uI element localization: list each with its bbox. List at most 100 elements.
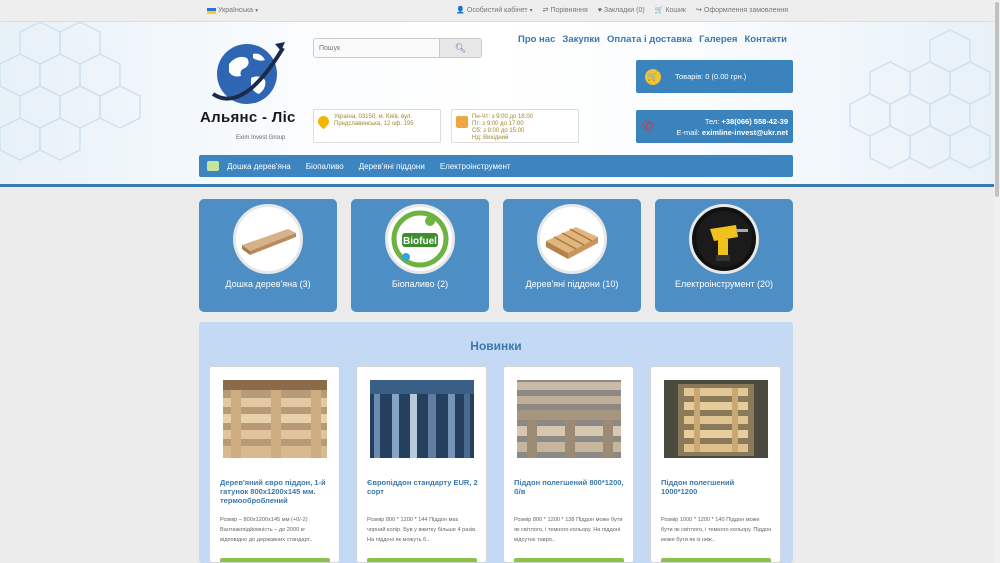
product-image[interactable] [517,380,621,458]
product-card[interactable]: Піддон полегшений 1000*1200 Розмір 1000 … [650,366,781,563]
product-name[interactable]: Європіддон стандарту EUR, 2 сорт [367,478,478,496]
caret-down-icon: ▾ [255,8,259,14]
wood-plank-icon [233,204,303,274]
product-description: Розмір 800 * 1200 * 138 Піддон може бути… [514,517,623,543]
home-icon[interactable] [207,161,219,171]
phone-icon: ✆ [642,118,654,134]
compare-label: Порівняння [550,6,588,14]
add-to-cart-button[interactable] [661,558,771,562]
phone-label: Тел: [704,117,720,126]
menu-item-biofuel[interactable]: Біопаливо [306,162,344,171]
address-line-1: Україна, 03150, м. Київ, вул. [334,114,413,120]
hexagon-pattern-right [849,29,991,169]
category-tile-wood[interactable]: Дошка дерев'яна (3) [199,199,337,312]
category-tile-power-tools[interactable]: Електроінструмент (20) [655,199,793,312]
cart-button[interactable]: 🛒 Товарів: 0 (0.00 грн.) [636,60,793,93]
cart-icon: 🛒 [654,7,664,14]
hexagon-pattern-left [0,22,141,161]
checkout-label: Оформлення замовлення [703,6,788,14]
product-image[interactable] [370,380,474,458]
account-link[interactable]: 👤 Особистий кабінет ▾ [456,6,533,15]
email-line[interactable]: E-mail: eximline-invest@ukr.net [676,128,788,137]
nav-gallery[interactable]: Галерея [699,34,737,45]
product-description: Розмір 1000 * 1200 * 140 Піддон може бут… [661,517,772,543]
menu-item-pallets[interactable]: Дерев'яні піддони [359,162,425,171]
share-icon: ↪ [696,7,702,14]
globe-logo-icon[interactable] [207,36,289,108]
search-icon: 🔍︎ [454,42,467,53]
product-card[interactable]: Дерев'яний євро піддон, 1-й гатунок 800х… [209,366,340,563]
pallet-icon [537,204,607,274]
nav-about[interactable]: Про нас [518,34,555,45]
calendar-icon [456,116,468,128]
menu-item-wood[interactable]: Дошка дерев'яна [227,162,291,171]
search-button[interactable]: 🔍︎ [439,39,481,57]
cart-icon: 🛒 [645,68,661,85]
hours-box: Пн-Чт: з 9:00 до 18:00 Пт: з 9:00 до 17:… [451,109,579,143]
hours-line-2: Пт: з 9:00 до 17:00 [472,121,524,127]
address-line-2: Предславинська, 12 оф. 195 [334,121,414,127]
email-label: E-mail: [676,128,700,137]
heart-icon: ♥ [597,6,602,14]
compare-icon: ⇄ [542,7,549,14]
nav-contacts[interactable]: Контакти [744,34,787,45]
product-name[interactable]: Дерев'яний євро піддон, 1-й гатунок 800х… [220,478,331,505]
top-navigation: Про нас Закупки Оплата і доставка Галере… [518,34,787,45]
account-label: Особистий кабінет [466,6,528,14]
top-links: 👤 Особистий кабінет ▾ ⇄ Порівняння ♥ Зак… [456,6,788,15]
search-input[interactable] [314,39,439,57]
page-scrollbar[interactable] [994,0,1000,563]
brand-subtitle: Exim Invest Group [236,135,286,141]
contact-box: ✆ Тел: +38(066) 558-42-39 E-mail: eximli… [636,110,793,143]
scrollbar-thumb[interactable] [995,2,999,197]
search-box: 🔍︎ [313,38,482,58]
category-tile-biofuel[interactable]: Biofuel Біопаливо (2) [351,199,489,312]
product-description: Розмір – 800х1200х145 мм (+0/-2) Вантажо… [220,517,313,543]
svg-text:Biofuel: Biofuel [403,236,437,247]
nav-payment-delivery[interactable]: Оплата і доставка [607,34,692,45]
category-title: Дерев'яні піддони (10) [525,279,619,289]
user-icon: 👤 [456,7,465,14]
cart-link[interactable]: 🛒 Кошик [654,6,686,15]
category-menu: Дошка дерев'яна Біопаливо Дерев'яні підд… [199,155,793,177]
language-selector[interactable]: Українська ▾ [207,7,258,14]
category-title: Дошка дерев'яна (3) [225,279,311,289]
hours-line-3: Сб: з 9:00 до 15:00 [472,128,525,134]
section-title: Новинки [470,339,522,353]
drill-icon [689,204,759,274]
top-bar: Українська ▾ 👤 Особистий кабінет ▾ ⇄ Пор… [0,0,1000,22]
compare-link[interactable]: ⇄ Порівняння [542,6,588,15]
phone-number: +38(066) 558-42-39 [721,117,788,126]
add-to-cart-button[interactable] [514,558,624,562]
hours-line-1: Пн-Чт: з 9:00 до 18:00 [472,114,533,120]
language-label: Українська [218,7,254,14]
product-card[interactable]: Європіддон стандарту EUR, 2 сорт Розмір … [356,366,487,563]
category-title: Електроінструмент (20) [674,279,774,289]
address-box: Україна, 03150, м. Київ, вул. Предславин… [313,109,441,143]
checkout-link[interactable]: ↪ Оформлення замовлення [696,6,788,15]
add-to-cart-button[interactable] [367,558,477,562]
product-image[interactable] [664,380,768,458]
bookmarks-link[interactable]: ♥ Закладки (0) [598,7,645,14]
hours-line-4: Нд: Вихідний [472,135,509,141]
product-name[interactable]: Піддон полегшений 800*1200, б/в [514,478,625,496]
biofuel-icon: Biofuel [385,204,455,274]
bookmarks-label: Закладки (0) [603,6,645,14]
phone-line[interactable]: Тел: +38(066) 558-42-39 [705,117,788,126]
category-title: Біопаливо (2) [391,279,449,289]
site-header: Альянс - Ліс Exim Invest Group 🔍︎ Про на… [0,22,994,187]
product-image[interactable] [223,380,327,458]
menu-item-power-tools[interactable]: Електроінструмент [440,162,511,171]
ukraine-flag-icon [207,7,216,14]
cart-label: Кошик [665,6,686,14]
product-name[interactable]: Піддон полегшений 1000*1200 [661,478,772,496]
email-address: eximline-invest@ukr.net [701,128,788,137]
brand-name[interactable]: Альянс - Ліс [200,109,296,126]
product-description: Розмір 800 * 1200 * 144 Піддон має чорни… [367,517,477,543]
caret-down-icon: ▾ [529,7,533,14]
cart-summary: Товарів: 0 (0.00 грн.) [675,72,747,81]
nav-purchases[interactable]: Закупки [562,34,600,45]
add-to-cart-button[interactable] [220,558,330,562]
product-card[interactable]: Піддон полегшений 800*1200, б/в Розмір 8… [503,366,634,563]
category-tile-pallets[interactable]: Дерев'яні піддони (10) [503,199,641,312]
